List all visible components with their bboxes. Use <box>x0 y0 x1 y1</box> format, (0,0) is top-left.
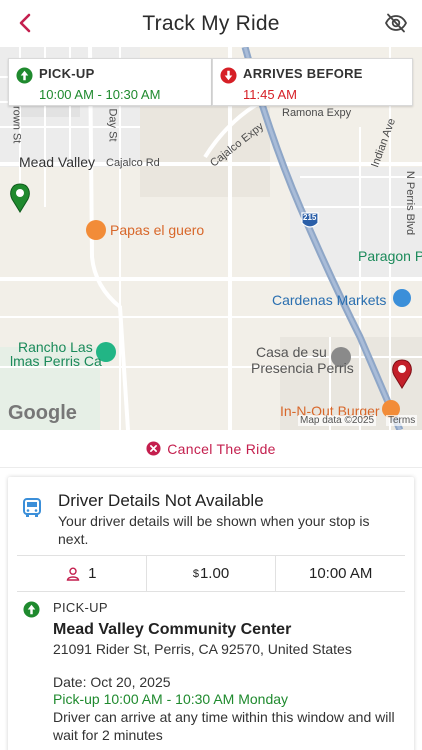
arrives-before-card: ARRIVES BEFORE 11:45 AM <box>212 58 413 106</box>
pickup-time-card: PICK-UP 10:00 AM - 10:30 AM <box>8 58 212 106</box>
label-highway-215: 215 <box>303 213 317 222</box>
ride-stats-row: 1 $1.00 10:00 AM <box>17 555 405 592</box>
label-paragon: Paragon P <box>358 248 422 264</box>
bus-icon <box>23 498 41 517</box>
map-data-attribution: Map data ©2025 <box>298 415 377 426</box>
label-n-perris-blvd: N Perris Blvd <box>404 170 417 236</box>
stop-address: 21091 Rider St, Perris, CA 92570, United… <box>53 641 352 657</box>
pickup-card-label: PICK-UP <box>39 66 95 81</box>
person-icon <box>66 566 80 581</box>
pickup-time-value: 10:00 AM <box>308 565 373 582</box>
label-rancho-line2: lmas Perris Ca <box>10 353 102 369</box>
stop-wait-note: Driver can arrive at any time within thi… <box>53 709 395 743</box>
ride-details-card: Driver Details Not Available Your driver… <box>8 477 414 750</box>
cancel-ride-label: Cancel The Ride <box>167 440 276 457</box>
arrow-down-circle-icon <box>220 67 237 84</box>
driver-status-title: Driver Details Not Available <box>58 491 264 510</box>
label-cajalco-rd: Cajalco Rd <box>106 157 160 169</box>
fare-value: 1.00 <box>199 565 230 582</box>
hide-map-button[interactable] <box>382 9 410 37</box>
pickup-location-pin <box>10 183 30 213</box>
app-header: Track My Ride <box>0 0 422 47</box>
label-papas-el-guero: Papas el guero <box>110 222 205 238</box>
label-casa-line1: Casa de su <box>256 344 327 360</box>
pickup-time: 10:00 AM <box>275 556 405 591</box>
label-ramona-expy: Ramona Expy <box>282 107 352 119</box>
label-cardenas-markets: Cardenas Markets <box>272 292 387 308</box>
close-circle-icon <box>146 441 161 456</box>
label-casa-line2: Presencia Perris <box>251 360 354 376</box>
stop-pickup-window: Pick-up 10:00 AM - 10:30 AM Monday <box>53 691 289 707</box>
driver-status-subtitle: Your driver details will be shown when y… <box>58 513 370 547</box>
back-button[interactable] <box>10 8 40 38</box>
pickup-card-value: 10:00 AM - 10:30 AM <box>39 87 161 102</box>
stop-date: Date: Oct 20, 2025 <box>53 674 171 690</box>
arrow-up-circle-icon <box>16 67 33 84</box>
label-day-st: Day St <box>106 108 119 142</box>
stop-type-label: PICK-UP <box>53 600 108 615</box>
google-logo: Google <box>8 402 77 424</box>
map-terms-link[interactable]: Terms <box>386 415 418 426</box>
eye-off-icon <box>384 13 408 33</box>
passenger-count-value: 1 <box>88 565 97 582</box>
stop-name: Mead Valley Community Center <box>53 621 292 638</box>
passenger-count: 1 <box>17 556 146 591</box>
fare-currency: $ <box>192 567 199 580</box>
label-mead-valley: Mead Valley <box>19 154 96 170</box>
cancel-ride-button[interactable]: Cancel The Ride <box>0 430 422 468</box>
arrives-card-value: 11:45 AM <box>243 87 297 102</box>
page-title: Track My Ride <box>142 11 280 35</box>
chevron-left-icon <box>19 13 31 33</box>
fare-amount: $1.00 <box>145 556 276 591</box>
arrives-card-label: ARRIVES BEFORE <box>243 66 363 81</box>
arrow-up-circle-icon <box>23 601 40 618</box>
